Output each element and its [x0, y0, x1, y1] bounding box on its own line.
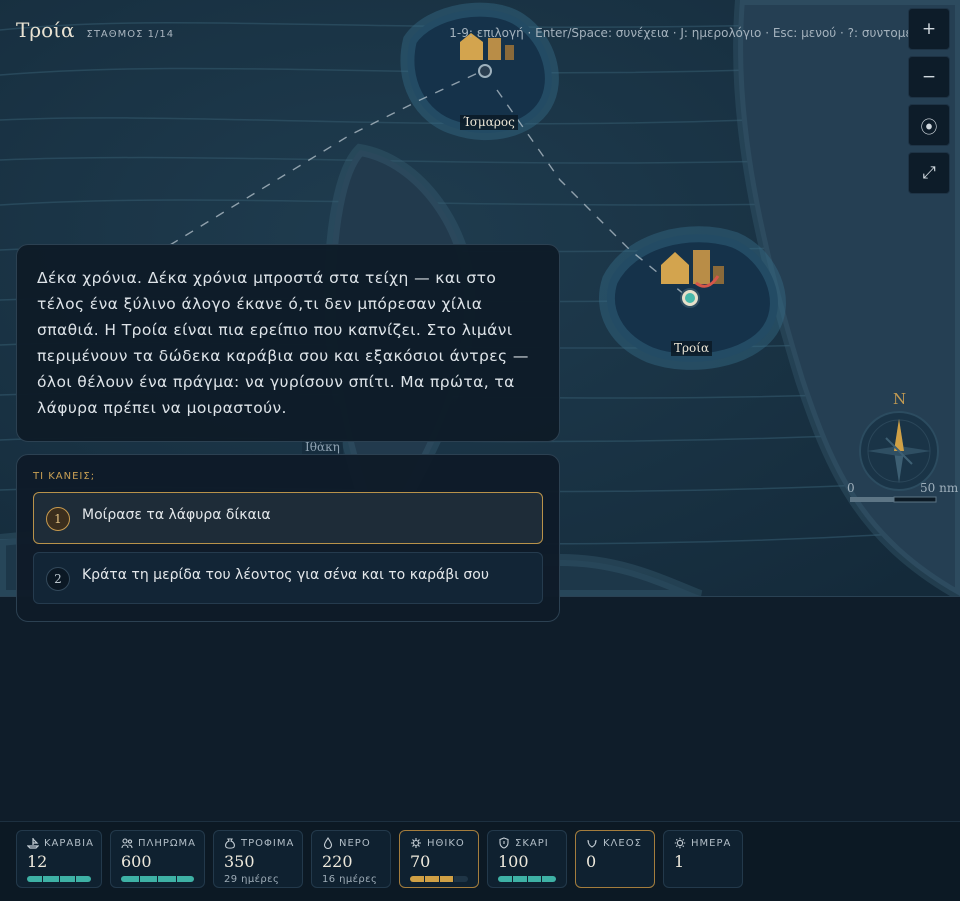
stat-label: ΗΜΕΡΑ [691, 837, 732, 849]
stat-value: 12 [27, 852, 48, 871]
resources-bar: ΚΑΡΑΒΙΑ 12 ΠΛΗΡΩΜΑ 600 ΤΡΟΦΙΜΑ 350 29 ημ… [0, 821, 960, 901]
scale-start-label: 0 [847, 481, 855, 495]
stat-water: ΝΕΡΟ 220 16 ημέρες [311, 830, 391, 888]
scale-bar [850, 496, 937, 503]
stat-label: ΚΑΡΑΒΙΑ [44, 837, 94, 849]
center-button[interactable]: ⦿ [908, 104, 950, 146]
stat-value: 70 [410, 852, 431, 871]
place-label-ismaros[interactable]: Ίσμαρος [460, 115, 518, 130]
laurel-icon [587, 839, 597, 848]
minus-icon: − [921, 67, 937, 87]
morale-icon [411, 838, 421, 848]
shield-icon [499, 837, 509, 849]
choice-label: Μοίρασε τα λάφυρα δίκαια [82, 507, 271, 523]
choice-number: 1 [46, 507, 70, 531]
stat-label: ΝΕΡΟ [339, 837, 371, 849]
sack-icon [225, 838, 235, 849]
choice-option-2[interactable]: 2 Κράτα τη μερίδα του λέοντος για σένα κ… [33, 552, 543, 604]
stat-food: ΤΡΟΦΙΜΑ 350 29 ημέρες [213, 830, 303, 888]
sun-icon [674, 837, 686, 849]
choice-label: Κράτα τη μερίδα του λέοντος για σένα και… [82, 567, 489, 583]
stat-bar [27, 876, 91, 882]
page-title: Τροία [16, 18, 75, 42]
stat-value: 350 [224, 852, 255, 871]
stat-value: 100 [498, 852, 529, 871]
keyboard-hints: 1-9: επιλογή · Enter/Space: συνέχεια · J… [449, 26, 944, 40]
stat-value: 0 [586, 852, 597, 871]
stat-subtext: 16 ημέρες [322, 874, 378, 885]
stat-bar [498, 876, 556, 882]
stat-label: ΗΘΙΚΟ [427, 837, 465, 849]
choices-heading: ΤΙ ΚΑΝΕΙΣ; [33, 471, 96, 482]
compass-north-label: N [893, 390, 907, 408]
stat-label: ΠΛΗΡΩΜΑ [138, 837, 197, 849]
stat-day: ΗΜΕΡΑ 1 [663, 830, 743, 888]
stat-hull: ΣΚΑΡΙ 100 [487, 830, 567, 888]
scale-end-label: 50 nm [920, 481, 959, 495]
stat-ships: ΚΑΡΑΒΙΑ 12 [16, 830, 102, 888]
stat-label: ΚΛΕΟΣ [603, 837, 642, 849]
ship-icon [27, 838, 39, 849]
header: Τροία ΣΤΑΘΜΟΣ 1/14 [16, 18, 174, 42]
target-icon: ⦿ [920, 117, 938, 138]
stat-value: 1 [674, 852, 685, 871]
choice-option-1[interactable]: 1 Μοίρασε τα λάφυρα δίκαια [33, 492, 543, 544]
stat-label: ΣΚΑΡΙ [515, 837, 549, 849]
fullscreen-button[interactable]: ⤢ [908, 152, 950, 194]
narration-panel: Δέκα χρόνια. Δέκα χρόνια μπροστά στα τεί… [16, 244, 560, 442]
stat-value: 600 [121, 852, 152, 871]
plus-icon: + [921, 19, 937, 39]
place-label-ithaki[interactable]: Ιθάκη [302, 440, 343, 455]
choices-panel: ΤΙ ΚΑΝΕΙΣ; 1 Μοίρασε τα λάφυρα δίκαια 2 … [16, 454, 560, 622]
zoom-out-button[interactable]: − [908, 56, 950, 98]
choice-number: 2 [46, 567, 70, 591]
stat-morale: ΗΘΙΚΟ 70 [399, 830, 479, 888]
expand-icon: ⤢ [922, 163, 936, 183]
place-label-troia[interactable]: Τροία [671, 341, 713, 356]
compass-rose [859, 411, 939, 491]
station-indicator: ΣΤΑΘΜΟΣ 1/14 [86, 29, 175, 40]
stat-crew: ΠΛΗΡΩΜΑ 600 [110, 830, 205, 888]
stat-glory: ΚΛΕΟΣ 0 [575, 830, 655, 888]
stat-bar [410, 876, 468, 882]
map-controls: + − ⦿ ⤢ [908, 8, 950, 194]
zoom-in-button[interactable]: + [908, 8, 950, 50]
stat-subtext: 29 ημέρες [224, 874, 280, 885]
stat-value: 220 [322, 852, 353, 871]
crew-icon [121, 838, 133, 849]
narration-text: Δέκα χρόνια. Δέκα χρόνια μπροστά στα τεί… [37, 269, 529, 417]
stat-bar [121, 876, 194, 882]
drop-icon [323, 837, 333, 849]
stat-label: ΤΡΟΦΙΜΑ [241, 837, 295, 849]
